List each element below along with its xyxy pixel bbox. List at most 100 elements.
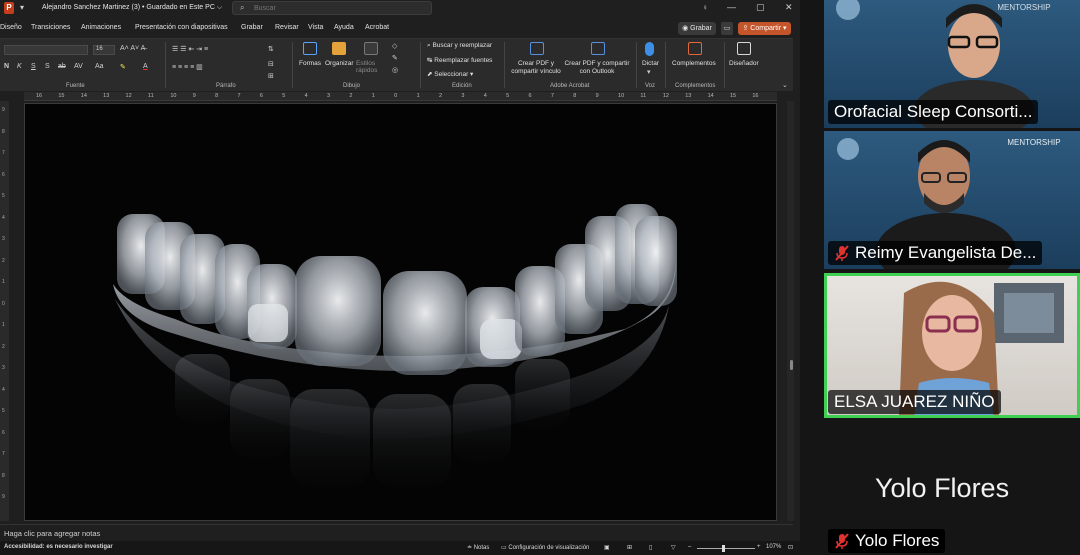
group-fuente-label: Fuente [66,83,85,89]
font-grow-icon[interactable]: A˄ A˅ A̶ [120,45,145,52]
minimize-icon[interactable]: — [727,2,736,12]
tab-acrobat[interactable]: Acrobat [365,24,389,31]
document-title[interactable]: Alejandro Sanchez Martinez (3) • Guardad… [42,4,222,12]
accessibility-status[interactable]: Accesibilidad: es necesario investigar [4,544,113,550]
zoom-slider-thumb[interactable] [722,545,725,552]
ruler-tick: 6 [2,429,5,436]
pdf-link-icon[interactable] [530,42,544,55]
bullets-icon[interactable]: ☰ ☰ ⇤ ⇥ ≡ [172,45,208,53]
search-icon: ⌕ [240,3,245,12]
slide-canvas[interactable] [24,103,777,521]
underline-icon[interactable]: S [31,63,36,70]
dictate-button[interactable]: Dictar [642,60,659,67]
font-color-icon[interactable]: A [143,63,148,70]
maximize-icon[interactable]: ▢ [756,2,765,13]
record-button[interactable]: ◉ Grabar [678,22,716,35]
scrollbar-thumb[interactable] [790,360,793,370]
addins-icon[interactable] [688,42,702,55]
tab-animaciones[interactable]: Animaciones [81,24,121,31]
shadow-icon[interactable]: S [45,63,50,70]
addins-button[interactable]: Complementos [672,60,716,67]
create-pdf-outlook-button[interactable]: Crear PDF y compartir con Outlook [563,60,631,76]
align-text-icon[interactable]: ⊟ [268,60,274,68]
close-icon[interactable]: ✕ [785,2,793,13]
tab-transiciones[interactable]: Transiciones [31,24,70,31]
strikethrough-icon[interactable]: ab [58,63,66,70]
font-size-combo[interactable]: 16 [93,45,115,55]
slide-sorter-icon[interactable]: ⊞ [627,544,632,551]
spacing-icon[interactable]: AV [74,63,83,70]
shapes-icon[interactable] [303,42,317,55]
comments-button[interactable]: ▭ [721,22,733,35]
divider [665,42,666,88]
horizontal-ruler: 16 15 14 13 12 11 10 9 8 7 6 5 4 3 2 1 0 1 2 3 4 5 6 7 8 9 10 11 12 1… [24,92,777,101]
notes-placeholder: Haga clic para agregar notas [4,529,101,538]
search-input[interactable] [254,4,424,13]
pdf-outlook-icon[interactable] [591,42,605,55]
align-icons[interactable]: ≡ ≡ ≡ ≡ ▥ [172,63,203,71]
slideshow-icon[interactable]: ▽ [671,544,676,551]
quick-styles-icon[interactable] [364,42,378,55]
video-tile-orofacial[interactable]: MENTORSHIP Orofacial Sleep Consorti... [824,0,1080,128]
powerpoint-window: P ▾ Alejandro Sanchez Martinez (3) • Gua… [0,0,800,555]
ruler-tick: 6 [528,93,532,99]
shapes-button[interactable]: Formas [299,60,321,67]
reading-view-icon[interactable]: ▯ [649,544,652,551]
microphone-icon[interactable] [645,42,654,56]
create-pdf-link-button[interactable]: Crear PDF y compartir vínculo [510,60,562,76]
designer-icon[interactable] [737,42,751,55]
tab-presentacion[interactable]: Presentación con diapositivas [135,24,228,31]
display-settings-button[interactable]: ▭ Configuración de visualización [501,544,589,551]
ruler-tick: 15 [729,93,737,99]
arrange-button[interactable]: Organizar [325,60,354,67]
share-button[interactable]: ⇪ Compartir ▾ [738,22,791,35]
tab-ayuda[interactable]: Ayuda [334,24,354,31]
save-icon[interactable]: ▾ [20,3,24,12]
copilot-icon[interactable]: ♀ [702,3,708,12]
ruler-tick: 2 [349,93,353,99]
effects-icon[interactable]: ◎ [392,66,398,74]
select-button[interactable]: ⬈ Seleccionar ▾ [427,70,473,78]
arrange-icon[interactable] [332,42,346,55]
zoom-out-icon[interactable]: – [688,544,691,550]
outline-icon[interactable]: ✎ [392,54,398,62]
zoom-level[interactable]: 107% [766,544,781,550]
smartart-icon[interactable]: ⊞ [268,72,274,80]
font-name-combo[interactable] [4,45,88,55]
quick-styles-button[interactable]: Estilos rápidos [356,60,386,74]
normal-view-icon[interactable]: ▣ [604,544,610,551]
search-box[interactable]: ⌕ [232,1,432,15]
divider [724,42,725,88]
zoom-slider[interactable] [697,548,755,549]
replace-fonts-label: Reemplazar fuentes [434,57,493,64]
video-tile-elsa[interactable]: ELSA JUAREZ NIÑO [824,273,1080,418]
tab-revisar[interactable]: Revisar [275,24,299,31]
ruler-tick: 12 [125,93,132,99]
video-tile-reimy[interactable]: MENTORSHIP Reimy Evangelista De... [824,131,1080,269]
dental-aligner-image [25,104,776,520]
zoom-in-icon[interactable]: + [757,544,761,550]
highlight-icon[interactable]: ✎ [120,63,126,71]
italic-icon[interactable]: K [17,63,22,70]
fill-icon[interactable]: ◇ [392,42,397,50]
group-voz-label: Voz [645,83,656,89]
tab-grabar[interactable]: Grabar [241,24,263,31]
fit-slide-icon[interactable]: ⊡ [788,544,793,551]
bold-icon[interactable]: N [4,63,9,70]
designer-button[interactable]: Diseñador [729,60,759,67]
tab-diseno[interactable]: Diseño [0,24,22,31]
notes-button[interactable]: ≐ Notas [467,544,489,551]
text-direction-icon[interactable]: ⇅ [268,45,274,53]
mic-muted-icon [835,245,849,261]
ruler-tick: 16 [752,93,759,99]
tab-vista[interactable]: Vista [308,24,323,31]
case-icon[interactable]: Aa [95,63,104,70]
ruler-tick: 5 [2,408,5,414]
ruler-tick: 3 [2,365,5,371]
vertical-scrollbar[interactable] [787,101,794,521]
collapse-ribbon-icon[interactable]: ⌄ [782,81,788,89]
chevron-down-icon[interactable]: ▾ [647,68,651,76]
find-replace-button[interactable]: ⌕ Buscar y reemplazar [427,42,492,50]
notes-pane[interactable]: Haga clic para agregar notas [0,524,793,541]
replace-fonts-button[interactable]: ↹ Reemplazar fuentes [427,56,492,64]
